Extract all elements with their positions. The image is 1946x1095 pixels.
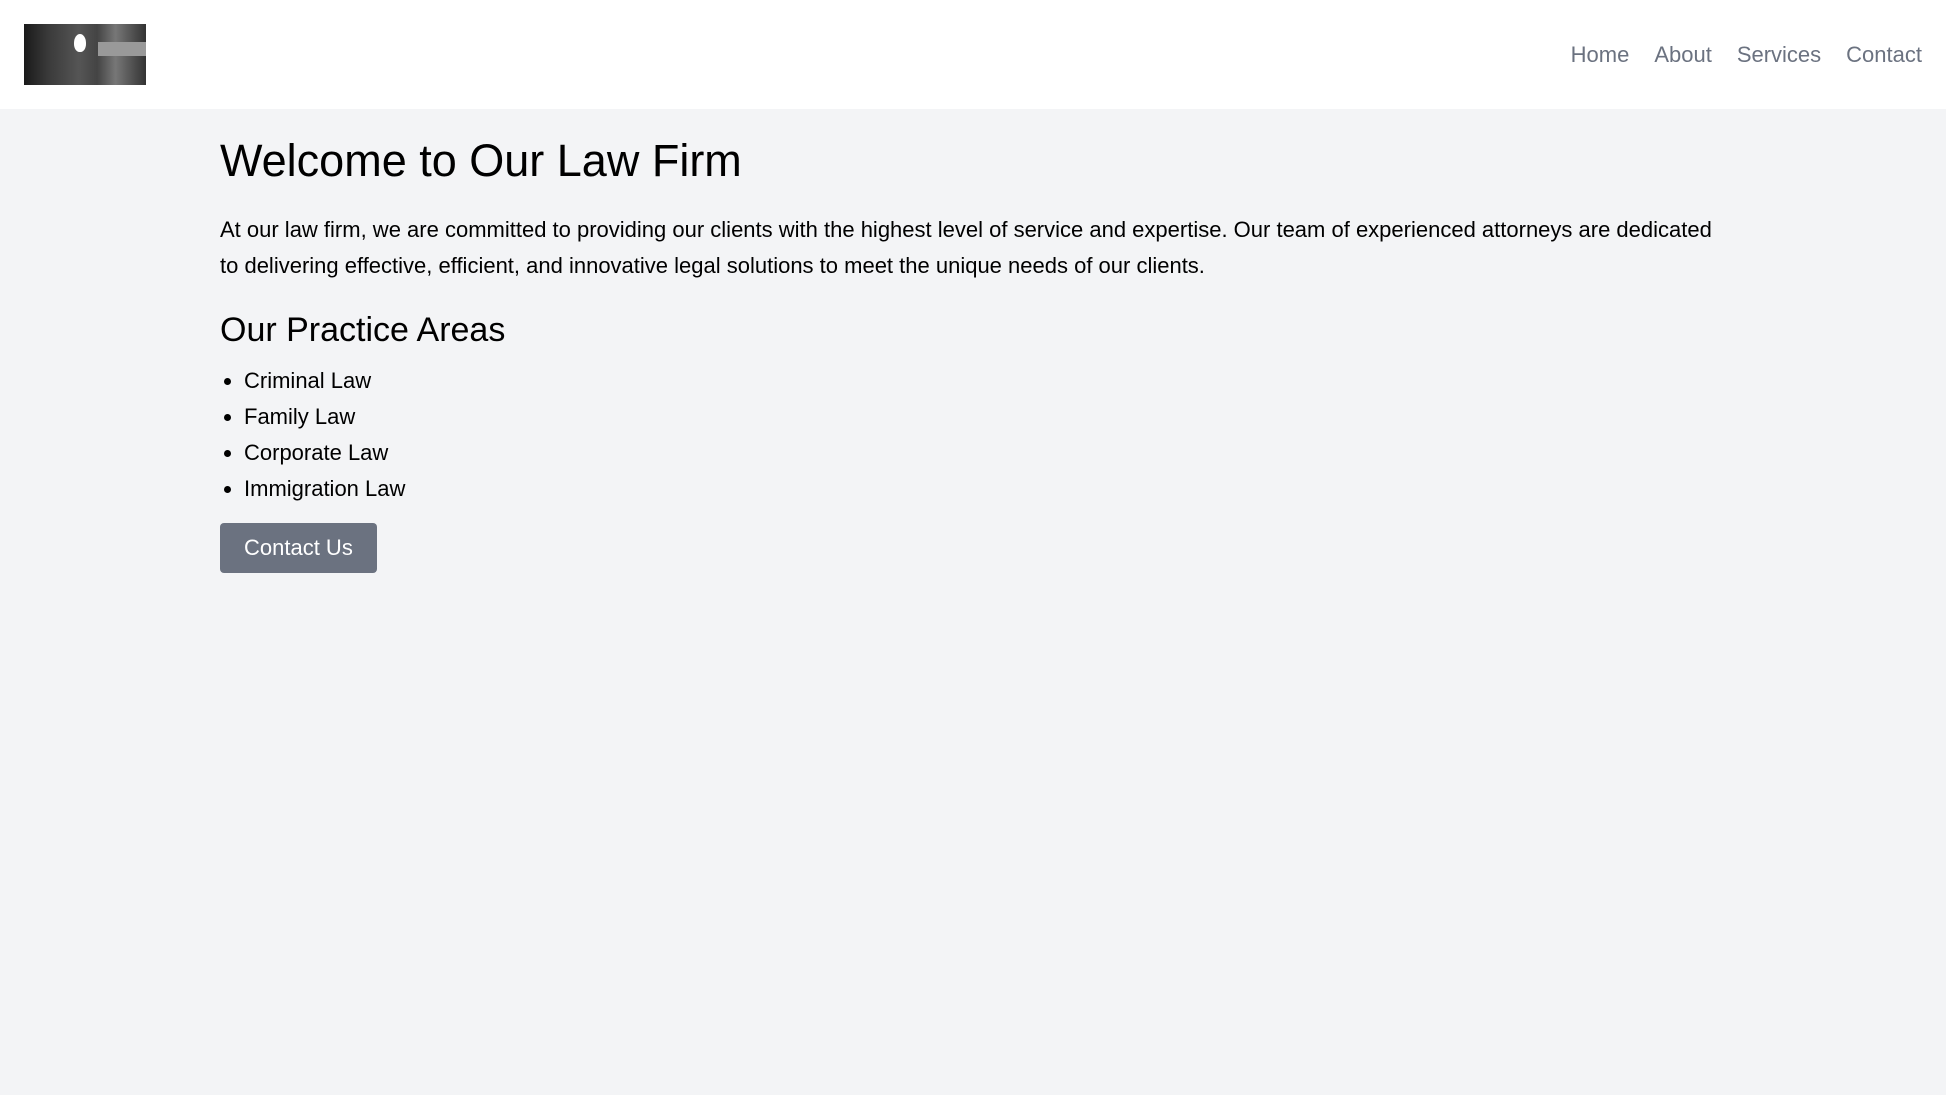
nav-about[interactable]: About [1654, 42, 1712, 68]
contact-us-button[interactable]: Contact Us [220, 522, 377, 573]
nav-contact[interactable]: Contact [1846, 42, 1922, 68]
practice-areas-heading: Our Practice Areas [220, 310, 506, 349]
list-item: Immigration Law [244, 471, 1726, 507]
list-item: Corporate Law [244, 435, 1726, 471]
intro-paragraph: At our law firm, we are committed to pro… [220, 216, 1712, 278]
logo-image[interactable] [24, 24, 146, 85]
page-title: Welcome to Our Law Firm [220, 135, 742, 186]
list-item: Criminal Law [244, 363, 1726, 399]
nav-home[interactable]: Home [1571, 42, 1630, 68]
main-nav: Home About Services Contact [1571, 42, 1922, 68]
site-header: Home About Services Contact [0, 0, 1946, 109]
main-content: Welcome to Our Law Firm At our law firm,… [220, 109, 1726, 573]
nav-services[interactable]: Services [1737, 42, 1821, 68]
practice-areas-list: Criminal Law Family Law Corporate Law Im… [220, 363, 1726, 507]
list-item: Family Law [244, 399, 1726, 435]
